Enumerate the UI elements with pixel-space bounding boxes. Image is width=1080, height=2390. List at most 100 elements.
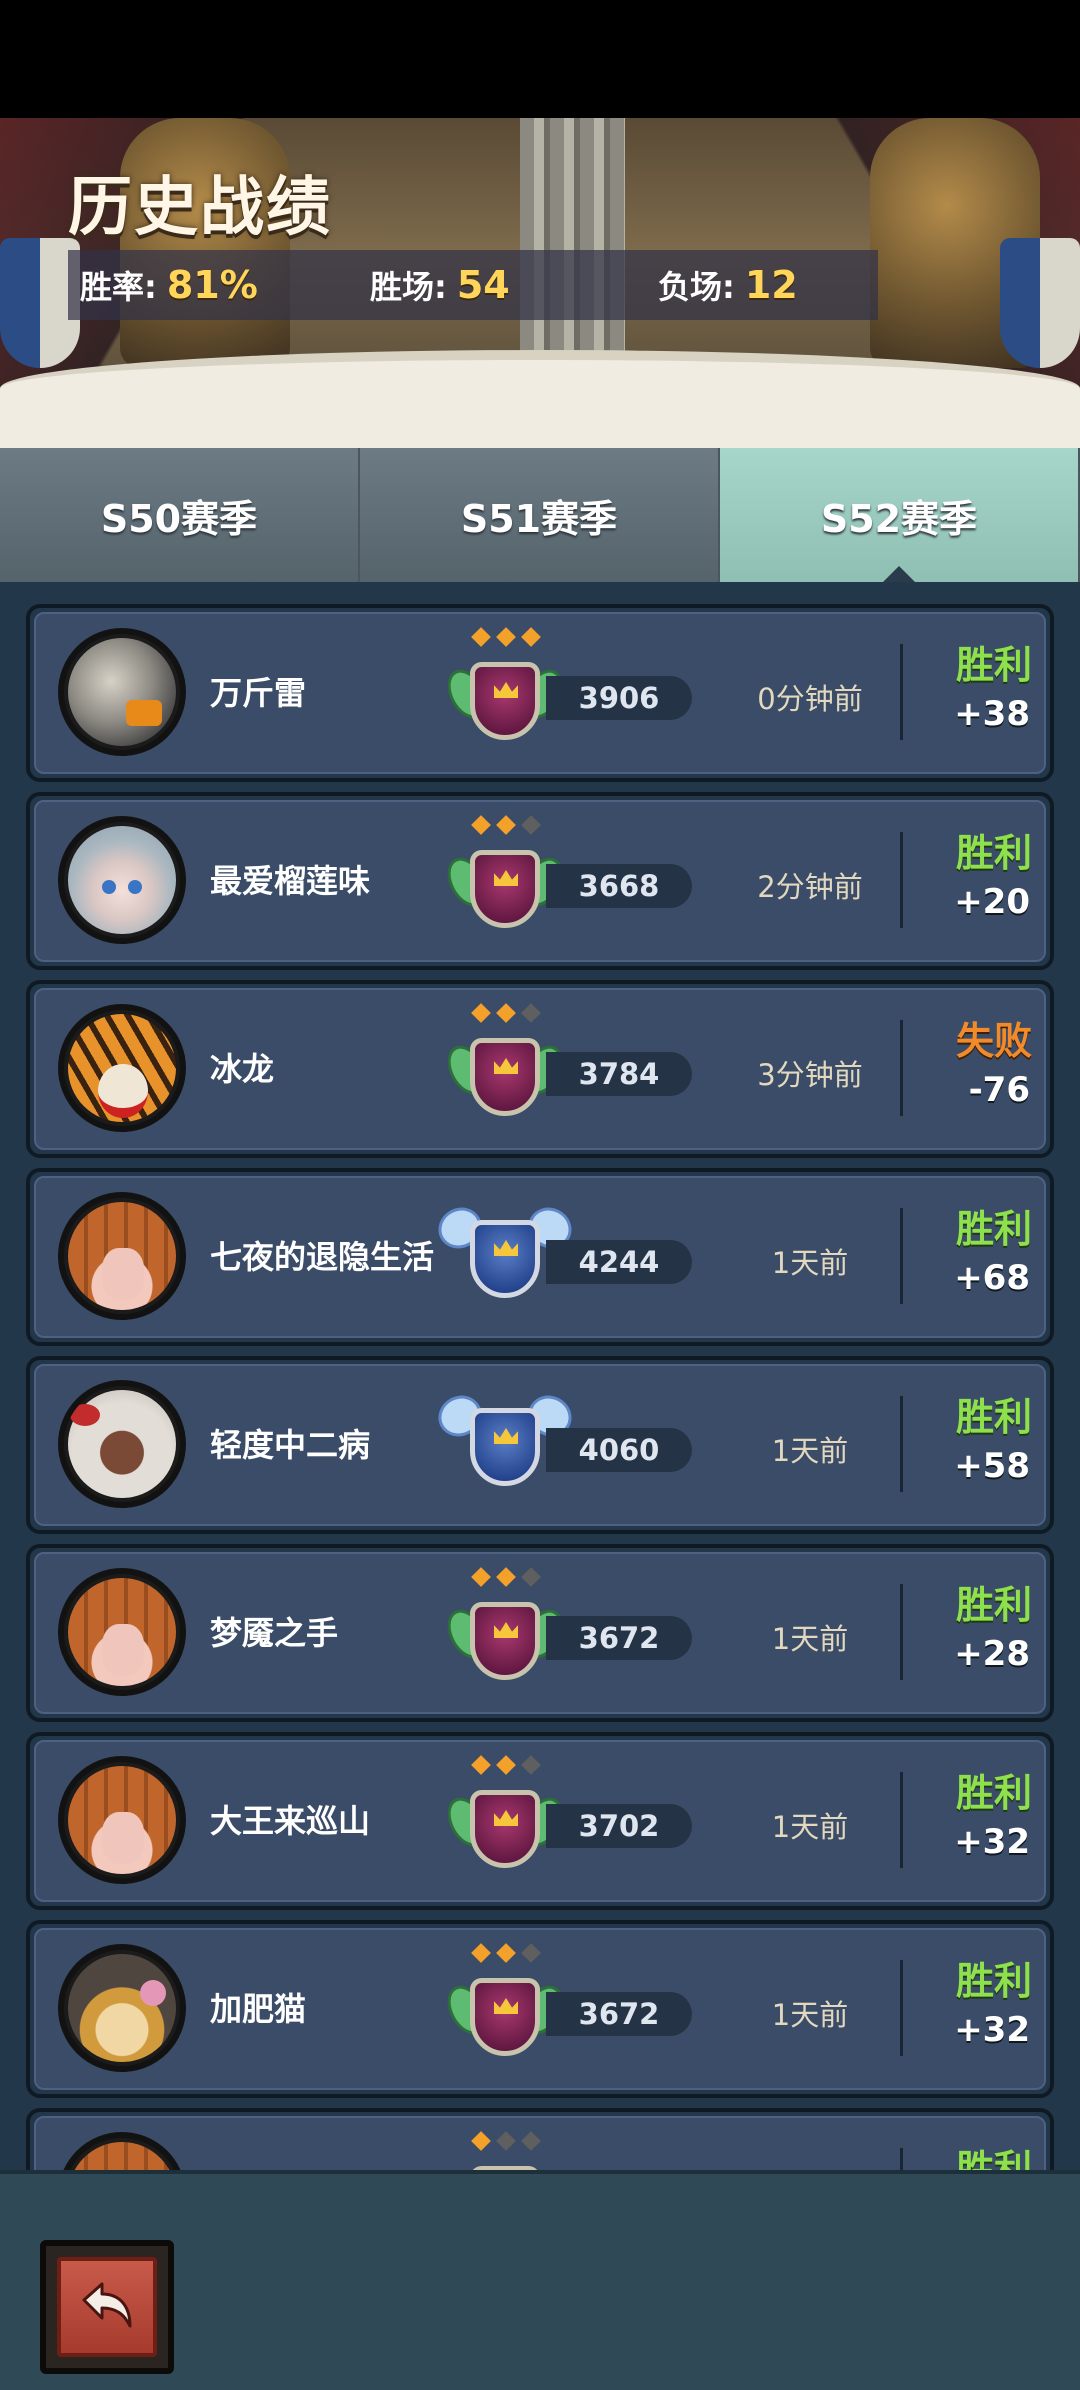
rank-badge-icon	[439, 627, 571, 748]
stat-value: 54	[456, 263, 510, 307]
cat-icon[interactable]	[58, 1944, 186, 2072]
match-record-row[interactable]: 万斤雷 3906 0分钟前 胜利 +38	[26, 604, 1054, 782]
rank-score: 3906	[578, 681, 660, 715]
rank-star-icon	[496, 815, 516, 835]
stat-label: 胜场:	[370, 268, 447, 306]
row-divider	[900, 2148, 903, 2170]
girl-icon[interactable]	[58, 816, 186, 944]
rank-score-pill: 3672	[546, 1616, 692, 1660]
rank-badge-icon	[431, 1192, 579, 1312]
score-delta: +32	[954, 1822, 1030, 1862]
robot-icon[interactable]	[58, 628, 186, 756]
match-time: 1天前	[771, 1998, 849, 2032]
player-name: 加肥猫	[210, 1990, 307, 2028]
match-time: 1天前	[771, 1622, 849, 1656]
match-time: 1天前	[771, 1434, 849, 1468]
match-record-row[interactable]: 大王来巡山 3702 1天前 胜利 +32	[26, 1732, 1054, 1910]
avatar-face	[68, 1202, 176, 1310]
score-delta: +28	[954, 1634, 1030, 1674]
match-result: 胜利	[955, 1959, 1032, 2003]
rank-star-icon	[521, 627, 541, 647]
rank-star-icon	[496, 1943, 516, 1963]
tab-s50[interactable]: S50赛季	[0, 448, 360, 582]
rank-star-icon	[521, 1943, 541, 1963]
rank-score-pill: 3672	[546, 1992, 692, 2036]
match-record-row[interactable]: 梦魇之手 3672 1天前 胜利 +28	[26, 1544, 1054, 1722]
match-time: 1天前	[771, 1246, 849, 1280]
back-button-face	[57, 2257, 157, 2357]
rank-score-pill: 3906	[546, 676, 692, 720]
rank-star-icon	[496, 2131, 516, 2151]
match-record-row[interactable]: 轻度中二病 4060 1天前 胜利 +58	[26, 1356, 1054, 1534]
rank-stars	[471, 1943, 541, 1963]
match-record-row[interactable]: 七夜的退隐生活 4244 1天前 胜利 +68	[26, 1168, 1054, 1346]
avatar-face	[68, 1954, 176, 2062]
score-delta: -76	[968, 1070, 1030, 1110]
wins-stat: 胜场: 54	[370, 262, 510, 308]
rank-score: 4060	[578, 1433, 660, 1467]
rank-badge-icon	[439, 1003, 571, 1124]
badge-shield	[470, 850, 540, 928]
player-name: 最爱榴莲味	[210, 862, 371, 900]
badge-shield	[470, 662, 540, 740]
avatar-face	[68, 1578, 176, 1686]
match-result: 失败	[955, 1019, 1032, 1063]
rank-badge-icon	[439, 1943, 571, 2064]
arch-rail-decoration	[0, 350, 1080, 448]
rank-score-pill: 4244	[546, 1240, 692, 1284]
rank-score-pill: 3702	[546, 1804, 692, 1848]
back-arrow-icon	[82, 2282, 132, 2328]
player-name: 七夜的退隐生活	[210, 1238, 435, 1276]
match-time: 2分钟前	[757, 870, 863, 904]
rank-star-icon	[471, 627, 491, 647]
tab-s52[interactable]: S52赛季	[720, 448, 1080, 582]
pumpkin-icon[interactable]	[58, 1756, 186, 1884]
rank-stars	[471, 1567, 541, 1587]
player-name: 大王来巡山	[210, 1802, 371, 1840]
rank-star-icon	[471, 1755, 491, 1775]
player-name: 万斤雷	[210, 674, 307, 712]
match-result: 胜利	[955, 1207, 1032, 1251]
rank-star-icon	[521, 815, 541, 835]
goat-icon[interactable]	[58, 1380, 186, 1508]
avatar-face	[68, 638, 176, 746]
rank-star-icon	[471, 1003, 491, 1023]
match-record-row[interactable]: 最爱榴莲味 3668 2分钟前 胜利 +20	[26, 792, 1054, 970]
match-time: 3分钟前	[757, 1058, 863, 1092]
match-record-row[interactable]: 加肥猫 3672 1天前 胜利 +32	[26, 1920, 1054, 2098]
badge-shield	[470, 1978, 540, 2056]
rank-score-pill: 3784	[546, 1052, 692, 1096]
avatar-face	[68, 1766, 176, 1874]
rank-badge-icon	[439, 2131, 571, 2170]
match-result: 胜利	[955, 643, 1032, 687]
back-button[interactable]	[40, 2240, 174, 2374]
rank-star-icon	[471, 1567, 491, 1587]
rank-star-icon	[521, 1003, 541, 1023]
player-name: 梦魇之手	[210, 1614, 339, 1652]
match-history-list[interactable]: 万斤雷 3906 0分钟前 胜利 +38 最爱榴莲味 3668 2分钟前 胜利 +20 冰龙 3784…	[0, 582, 1080, 2170]
score-delta: +68	[954, 1258, 1030, 1298]
player-name: 轻度中二病	[210, 1426, 371, 1464]
tiger-icon[interactable]	[58, 1004, 186, 1132]
match-result: 胜利	[955, 1583, 1032, 1627]
rank-star-icon	[496, 1755, 516, 1775]
badge-shield	[470, 1790, 540, 1868]
badge-shield	[470, 1220, 540, 1298]
rank-score: 3668	[578, 869, 660, 903]
rank-star-icon	[471, 2131, 491, 2151]
match-record-row[interactable]: 冰龙 3784 3分钟前 失败 -76	[26, 980, 1054, 1158]
stat-value: 81%	[166, 263, 258, 307]
match-record-row[interactable]: 一叶繁花34681天前胜利	[26, 2108, 1054, 2170]
rank-star-icon	[471, 815, 491, 835]
pumpkin-icon[interactable]	[58, 1568, 186, 1696]
avatar-face	[68, 2142, 176, 2170]
rank-score-pill: 3668	[546, 864, 692, 908]
pumpkin-icon[interactable]	[58, 1192, 186, 1320]
page-title: 历史战绩	[68, 171, 332, 245]
rank-score-pill: 4060	[546, 1428, 692, 1472]
stat-label: 负场:	[658, 268, 735, 306]
rank-star-icon	[471, 1943, 491, 1963]
rank-score: 3784	[578, 1057, 660, 1091]
tab-s51[interactable]: S51赛季	[360, 448, 720, 582]
score-delta: +58	[954, 1446, 1030, 1486]
